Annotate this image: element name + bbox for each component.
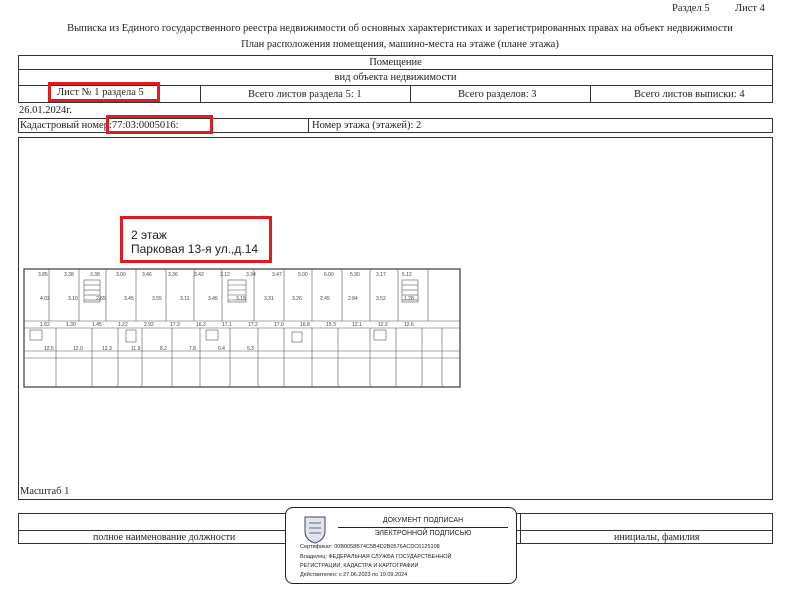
stamp-subtitle: ЭЛЕКТРОННОЙ ПОДПИСЬЮ (374, 530, 472, 537)
address-annotation: Парковая 13-я ул.,д.14 (131, 242, 259, 256)
divider (200, 85, 201, 103)
room-label: 3.17 (376, 272, 386, 278)
divider (590, 85, 591, 103)
name-caption: инициалы, фамилия (614, 532, 700, 543)
room-label: 4.02 (40, 296, 50, 302)
object-type: Помещение (369, 57, 422, 68)
stamp-divider (338, 527, 508, 528)
divider (410, 85, 411, 103)
divider (308, 118, 309, 133)
position-caption: полное наименование должности (93, 532, 236, 543)
floor-number: Номер этажа (этажей): 2 (312, 120, 422, 131)
sheet-number: Лист 4 (735, 3, 765, 14)
room-label: 3.00 (116, 272, 126, 278)
room-label: 3.11 (180, 296, 190, 302)
highlight-box-sheet (48, 82, 160, 102)
room-label: 17.2 (248, 322, 258, 328)
cadastral-label: Кадастровый номер: (20, 120, 112, 131)
room-label: 12.6 (404, 322, 414, 328)
total-sheets-extract: Всего листов выписки: 4 (634, 89, 745, 100)
total-sections: Всего разделов: 3 (458, 89, 537, 100)
room-label: 17.1 (222, 322, 232, 328)
room-label: 6.00 (324, 272, 334, 278)
room-label: 3.46 (142, 272, 152, 278)
room-label: 5.3 (247, 346, 254, 352)
floor-plan (23, 268, 461, 388)
room-label: 15.3 (326, 322, 336, 328)
room-label: 3.31 (264, 296, 274, 302)
room-label: 12.1 (352, 322, 362, 328)
room-label: 11.9 (131, 346, 141, 352)
highlight-box-cadastral (106, 115, 213, 134)
room-label: 2.65 (96, 296, 106, 302)
stamp-owner-cont: РЕГИСТРАЦИИ, КАДАСТРА И КАРТОГРАФИИ (300, 563, 419, 569)
room-label: 3.85 (38, 272, 48, 278)
room-label: 3.38 (64, 272, 74, 278)
room-label: 3.42 (194, 272, 204, 278)
room-label: 2.84 (348, 296, 358, 302)
room-label: 6.4 (218, 346, 225, 352)
room-label: 3.38 (90, 272, 100, 278)
room-label: 12.0 (73, 346, 83, 352)
floor-annotation: 2 этаж (131, 228, 167, 242)
room-label: 7.8 (189, 346, 196, 352)
section-number: Раздел 5 (672, 3, 710, 14)
scale-label: Масштаб 1 (20, 486, 70, 497)
total-sheets-section: Всего листов раздела 5: 1 (248, 89, 362, 100)
room-label: 3.36 (168, 272, 178, 278)
room-label: 5.12 (402, 272, 412, 278)
room-label: 5.00 (298, 272, 308, 278)
room-label: 3.10 (68, 296, 78, 302)
electronic-signature-stamp: ДОКУМЕНТ ПОДПИСАН ЭЛЕКТРОННОЙ ПОДПИСЬЮ С… (285, 507, 517, 584)
room-label: 3.15 (236, 296, 246, 302)
room-label: 17.0 (274, 322, 284, 328)
room-label: 3.45 (208, 296, 218, 302)
room-label: 1.45 (92, 322, 102, 328)
room-label: 3.55 (152, 296, 162, 302)
room-label: 3.34 (246, 272, 256, 278)
stamp-certificate: Сертификат: 00B0058B74C5B4D2B0576ACDC612… (300, 544, 440, 550)
divider (18, 69, 773, 70)
stamp-owner: Владелец: ФЕДЕРАЛЬНАЯ СЛУЖБА ГОСУДАРСТВЕ… (300, 554, 452, 560)
room-label: 8.2 (160, 346, 167, 352)
room-label: 3.12 (220, 272, 230, 278)
room-label: 1.30 (66, 322, 76, 328)
room-label: 16.3 (196, 322, 206, 328)
room-label: 5.30 (350, 272, 360, 278)
document-subtitle: План расположения помещения, машино-мест… (241, 39, 559, 50)
room-label: 12.5 (44, 346, 54, 352)
room-label: 3.47 (272, 272, 282, 278)
room-label: 17.3 (170, 322, 180, 328)
room-label: 16.8 (300, 322, 310, 328)
document-title: Выписка из Единого государственного реес… (67, 23, 733, 34)
divider (520, 513, 521, 544)
room-label: 1.62 (40, 322, 50, 328)
room-label: 2.45 (320, 296, 330, 302)
room-label: 12.2 (378, 322, 388, 328)
room-label: 1.28 (404, 296, 414, 302)
stamp-title: ДОКУМЕНТ ПОДПИСАН (382, 517, 464, 524)
room-label: 3.52 (376, 296, 386, 302)
room-label: 12.3 (102, 346, 112, 352)
room-label: 3.45 (124, 296, 134, 302)
stamp-valid: Действителен: с 27.06.2023 по 19.09.2024 (300, 572, 408, 578)
room-label: 1.22 (118, 322, 128, 328)
room-label: 2.92 (144, 322, 154, 328)
emblem-icon (304, 516, 326, 544)
date: 26.01.2024г. (19, 105, 72, 116)
room-label: 3.26 (292, 296, 302, 302)
